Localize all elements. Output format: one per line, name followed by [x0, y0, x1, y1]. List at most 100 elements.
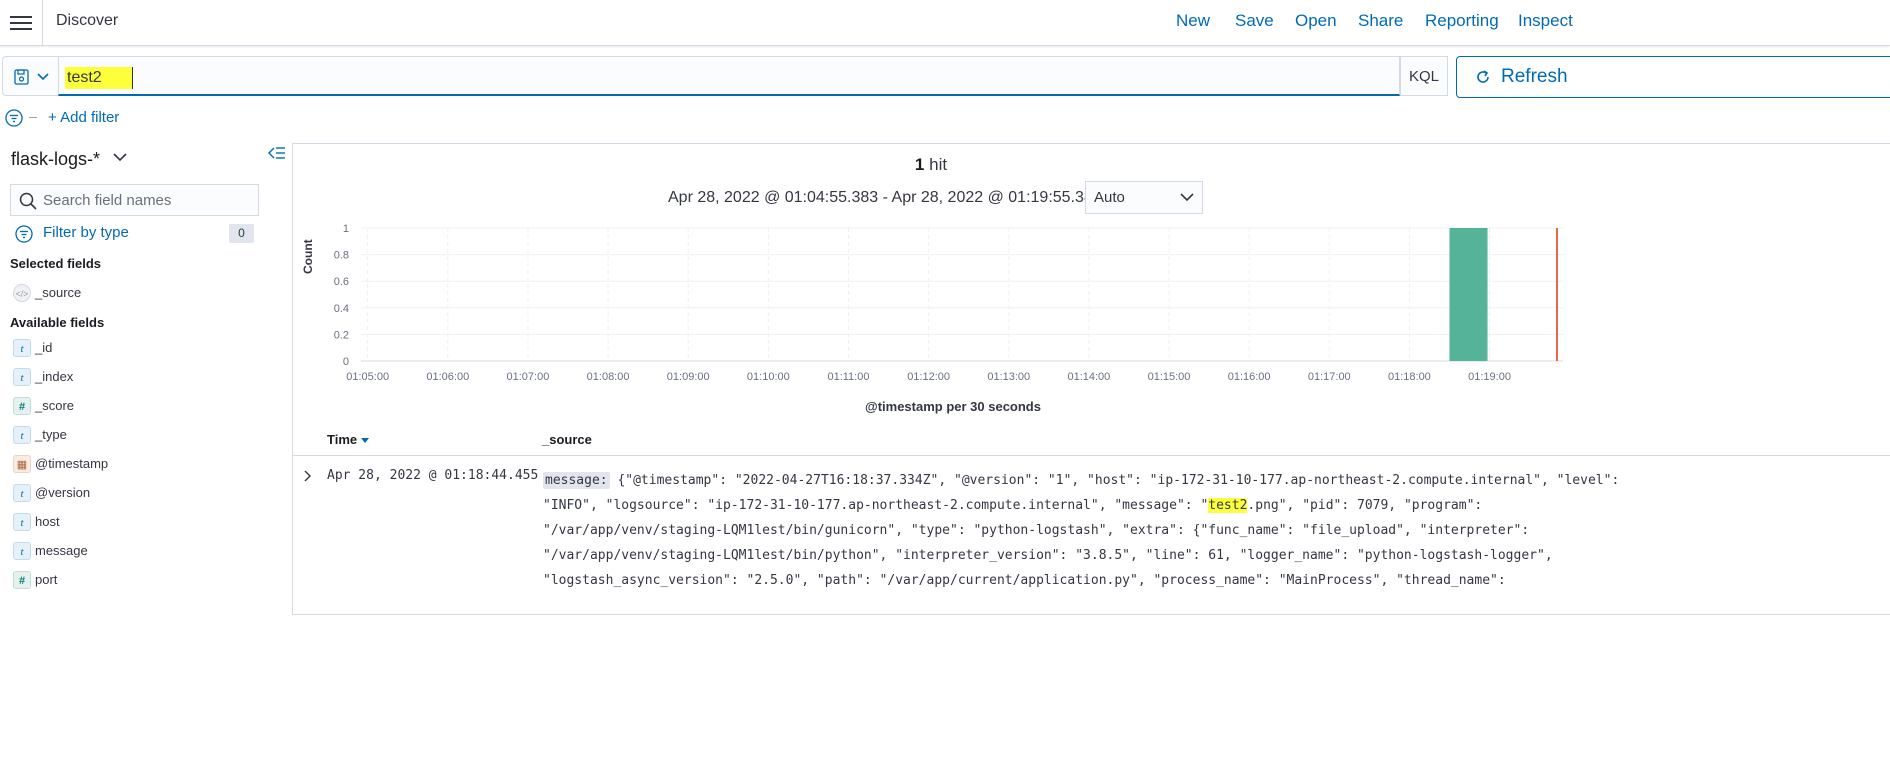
x-tick-label: 01:12:00 [907, 371, 950, 383]
menu-icon[interactable] [10, 13, 32, 31]
table-row: Apr 28, 2022 @ 01:18:44.455 message: {"@… [293, 456, 1890, 606]
query-bar: test2 KQL Refresh [0, 56, 1890, 98]
share-button[interactable]: Share [1358, 11, 1403, 31]
x-tick-label: 01:10:00 [747, 371, 790, 383]
x-tick-label: 01:15:00 [1148, 371, 1191, 383]
saved-query-button[interactable] [2, 56, 58, 96]
source-line: "/var/app/venv/staging-LQM1lest/bin/pyth… [543, 548, 1553, 563]
table-header: Time _source [293, 426, 1890, 456]
field-name: _score [35, 398, 75, 413]
collapse-sidebar-icon[interactable] [268, 145, 286, 161]
filter-icon [15, 225, 33, 243]
hit-label: hit [929, 155, 948, 174]
time-range-label: Apr 28, 2022 @ 01:04:55.383 - Apr 28, 20… [668, 189, 1102, 206]
field-name: port [35, 572, 58, 587]
index-pattern-selector[interactable]: flask-logs-* [11, 149, 100, 170]
refresh-label: Refresh [1501, 66, 1568, 87]
y-tick-label: 0.4 [334, 303, 349, 315]
interval-select[interactable]: Auto [1085, 181, 1203, 214]
interval-value: Auto [1094, 189, 1125, 206]
x-tick-label: 01:14:00 [1067, 371, 1110, 383]
refresh-icon [1477, 70, 1489, 83]
string-type-icon: t [13, 426, 31, 444]
kql-toggle-button[interactable]: KQL [1400, 56, 1448, 96]
x-tick-label: 01:06:00 [426, 371, 469, 383]
x-tick-label: 01:11:00 [827, 371, 869, 383]
search-icon [19, 192, 37, 210]
search-placeholder: Search field names [43, 192, 172, 209]
hit-count: 1 hit [293, 155, 1569, 175]
page-title: Discover [56, 12, 119, 29]
new-button[interactable]: New [1176, 11, 1210, 31]
x-tick-label: 01:07:00 [507, 371, 550, 383]
x-tick-label: 01:13:00 [987, 371, 1030, 383]
filter-count-badge: 0 [229, 224, 254, 243]
string-type-icon: t [13, 339, 31, 357]
query-text: test2 [65, 67, 133, 89]
source-column-header: _source [542, 432, 592, 447]
search-input[interactable]: test2 [58, 56, 1400, 96]
y-tick-label: 1 [343, 223, 349, 235]
source-icon: </> [13, 284, 31, 302]
add-filter-button[interactable]: + Add filter [48, 109, 119, 126]
row-timestamp: Apr 28, 2022 @ 01:18:44.455 [327, 468, 539, 483]
x-tick-label: 01:17:00 [1308, 371, 1351, 383]
results-panel: 1 hit Apr 28, 2022 @ 01:04:55.383 - Apr … [292, 143, 1890, 615]
save-icon [14, 69, 29, 85]
save-button[interactable]: Save [1235, 11, 1274, 31]
source-line: .png", "pid": 7079, "program": [1247, 498, 1483, 513]
hit-number: 1 [914, 155, 925, 174]
x-tick-label: 01:09:00 [667, 371, 710, 383]
open-button[interactable]: Open [1295, 11, 1337, 31]
y-tick-label: 0 [343, 356, 349, 368]
x-tick-label: 01:05:00 [346, 371, 389, 383]
query-highlight: test2 [1208, 498, 1248, 513]
y-axis-label: Count [301, 239, 315, 274]
refresh-button[interactable]: Refresh [1456, 56, 1890, 98]
string-type-icon: t [13, 484, 31, 502]
filter-icon[interactable] [5, 109, 23, 127]
inspect-button[interactable]: Inspect [1518, 11, 1573, 31]
selected-fields-heading: Selected fields [10, 256, 102, 271]
source-line: "/var/app/venv/staging-LQM1lest/bin/guni… [543, 523, 1530, 538]
number-type-icon: # [13, 571, 31, 589]
x-tick-label: 01:18:00 [1388, 371, 1431, 383]
x-tick-label: 01:08:00 [587, 371, 630, 383]
x-axis-label: @timestamp per 30 seconds [865, 399, 1041, 414]
source-line: "INFO", "logsource": "ip-172-31-10-177.a… [543, 498, 1209, 513]
string-type-icon: t [13, 513, 31, 531]
histogram-chart[interactable]: 0 0.2 0.4 0.6 0.8 1 01:05:00 01:06:00 01:07:00 01… [293, 218, 1569, 388]
chevron-down-icon [1180, 193, 1194, 202]
field-name: _id [35, 340, 53, 355]
expand-row-icon[interactable] [303, 470, 313, 482]
calendar-icon: ▦ [13, 455, 31, 473]
field-search-input[interactable]: Search field names [10, 184, 259, 216]
field-name: @timestamp [35, 456, 109, 471]
sort-desc-icon [361, 438, 370, 444]
number-type-icon: # [13, 397, 31, 415]
source-field-key: message: [543, 472, 610, 489]
y-tick-label: 0.8 [334, 250, 349, 262]
reporting-button[interactable]: Reporting [1425, 11, 1499, 31]
field-name: message [35, 543, 88, 558]
field-name: @version [35, 485, 91, 500]
field-name: host [35, 514, 60, 529]
histogram-bar [1449, 228, 1488, 361]
field-name: _index [35, 369, 74, 384]
source-line: {"@timestamp": "2022-04-27T16:18:37.334Z… [609, 473, 1620, 488]
sort-time-button[interactable]: Time [327, 432, 370, 447]
field-name: _source [35, 285, 82, 300]
row-source: message: {"@timestamp": "2022-04-27T16:1… [543, 468, 1653, 593]
chevron-down-icon [37, 73, 49, 81]
x-tick-label: 01:19:00 [1468, 371, 1511, 383]
string-type-icon: t [13, 542, 31, 560]
source-line: "logstash_async_version": "2.5.0", "path… [543, 573, 1506, 588]
y-tick-label: 0.6 [334, 276, 349, 288]
available-fields-heading: Available fields [10, 315, 105, 330]
filter-by-type-label: Filter by type [43, 224, 129, 241]
time-column-header: Time [327, 432, 358, 447]
filter-divider [29, 117, 37, 118]
header-divider [42, 0, 43, 46]
field-name: _type [35, 427, 67, 442]
chevron-down-icon[interactable] [113, 153, 127, 162]
